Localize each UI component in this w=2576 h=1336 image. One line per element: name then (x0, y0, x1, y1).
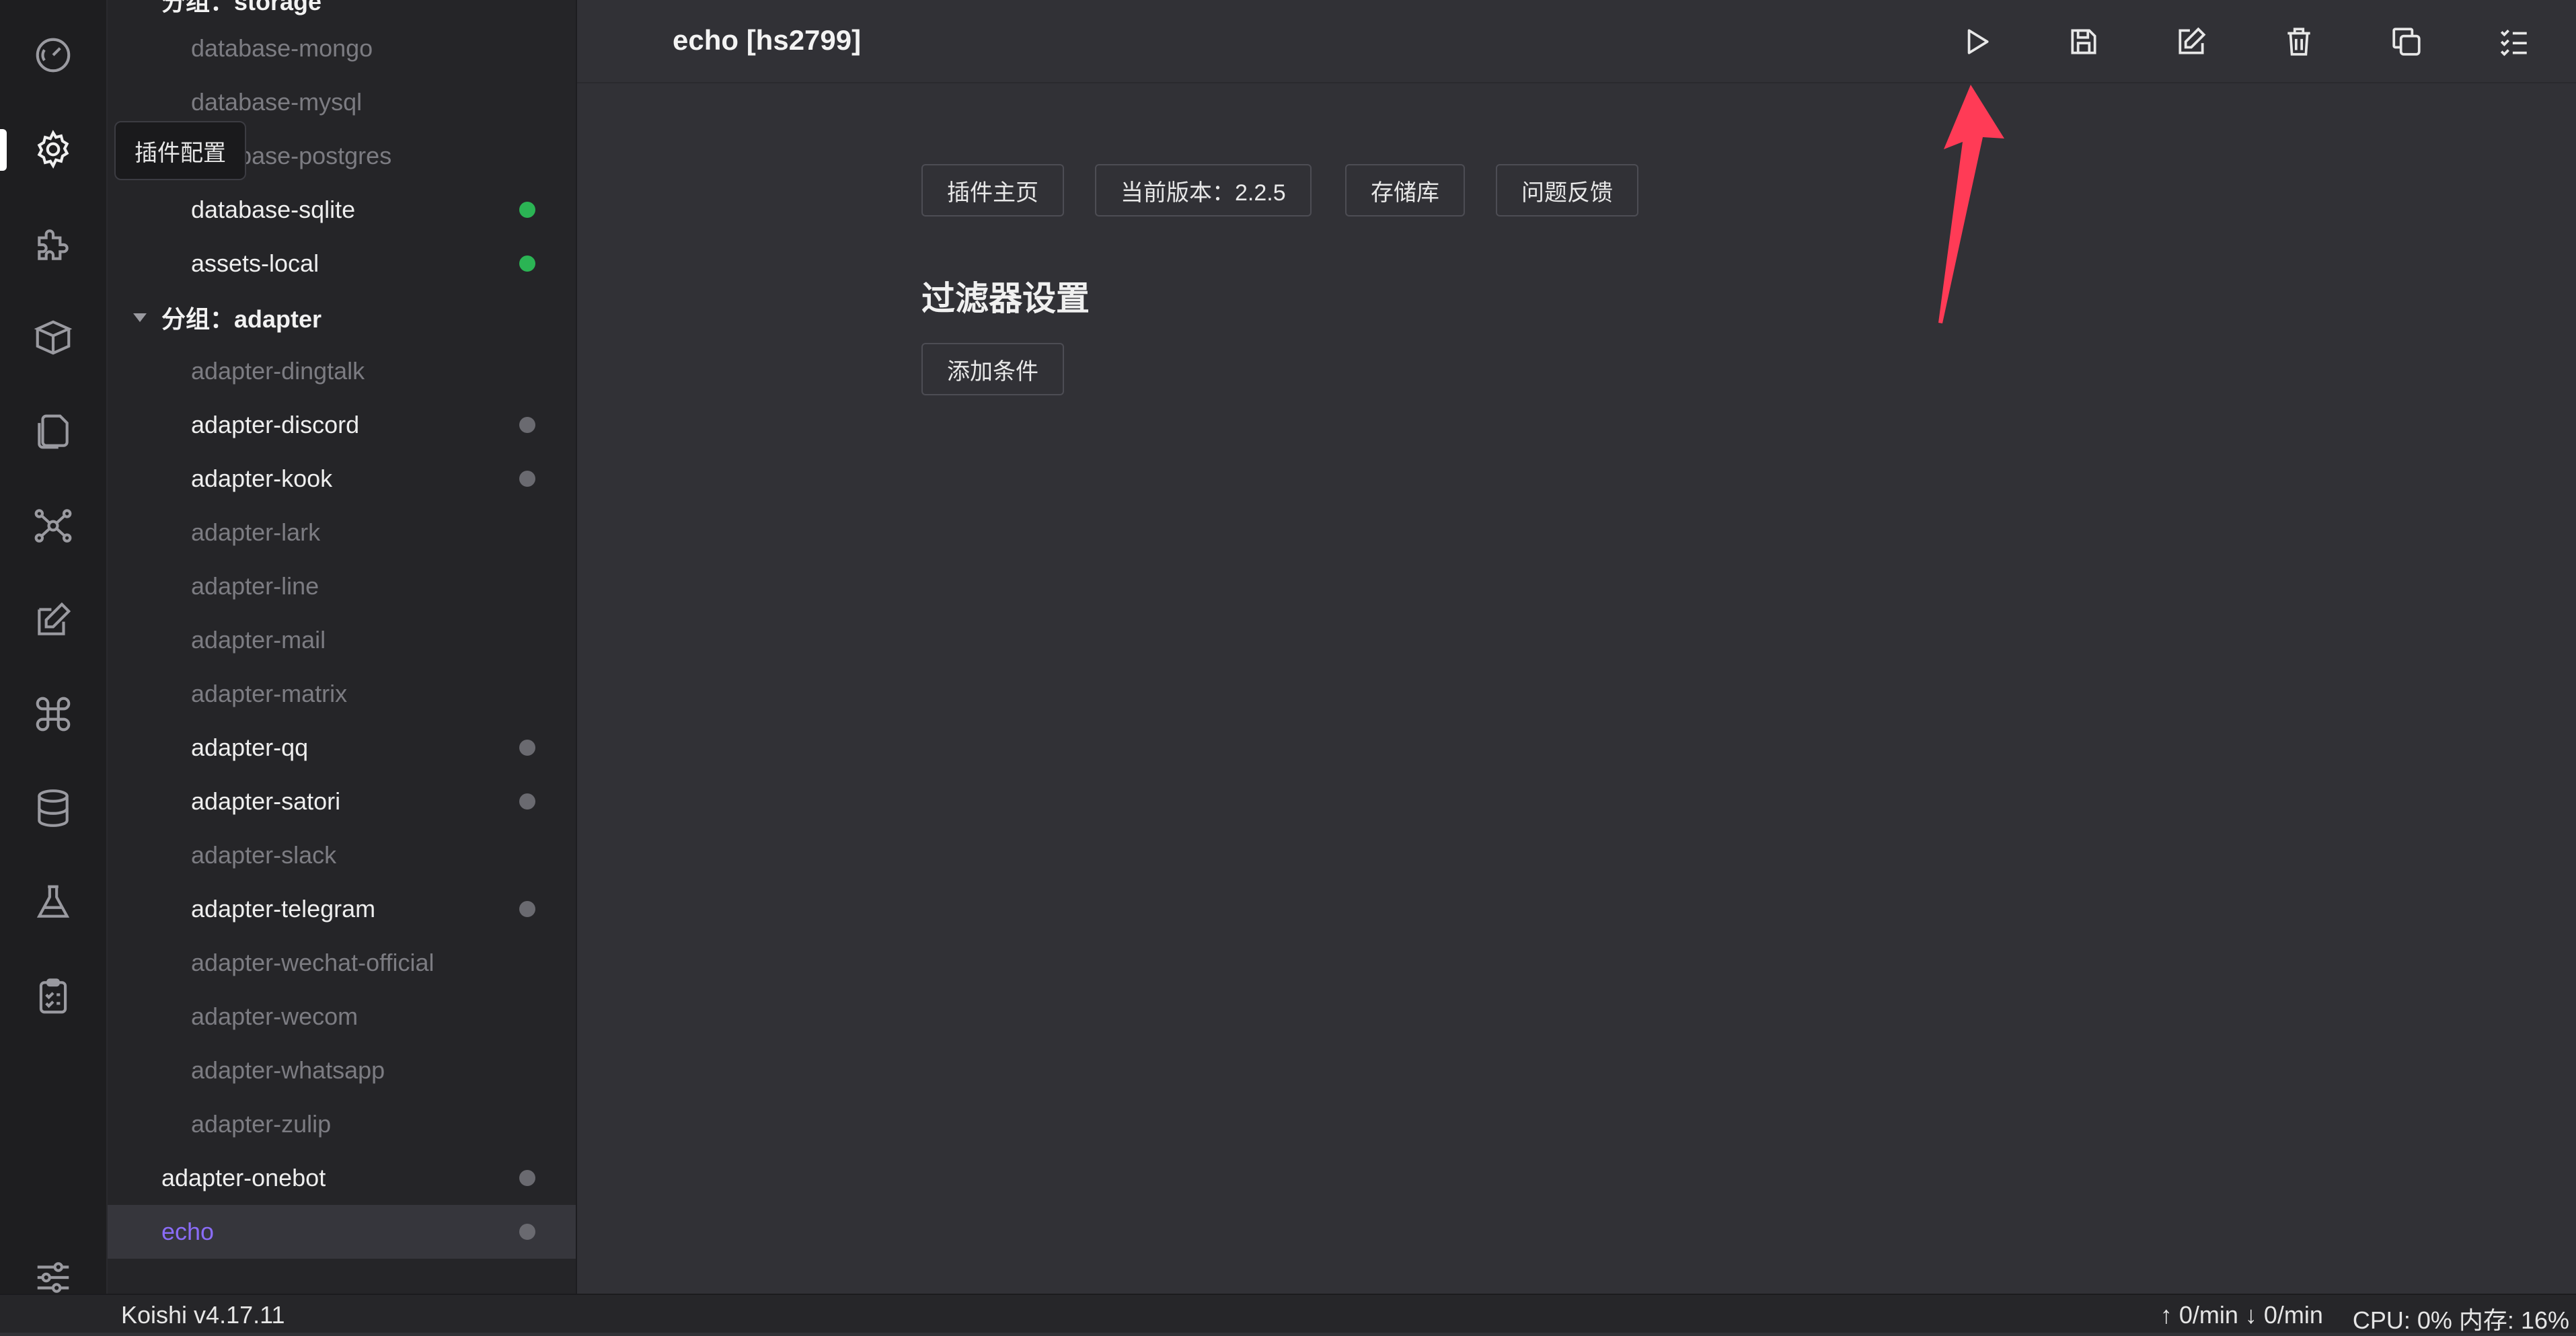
plugin-homepage-button[interactable]: 插件主页 (921, 164, 1064, 217)
page-title: echo [hs2799] (673, 24, 862, 56)
files-icon[interactable] (26, 405, 80, 459)
plugin-label: database-sqlite (191, 196, 356, 223)
plugin-label: adapter-wecom (191, 1003, 358, 1030)
plugin-item[interactable]: adapter-matrix (108, 667, 576, 721)
package-icon[interactable] (26, 311, 80, 364)
plugin-item[interactable]: adapter-whatsapp (108, 1044, 576, 1097)
status-dot (519, 1224, 535, 1240)
feedback-button[interactable]: 问题反馈 (1496, 164, 1638, 217)
flask-icon[interactable] (26, 875, 80, 929)
plugin-item-selected[interactable]: echo (108, 1205, 576, 1259)
edit-icon[interactable] (26, 593, 80, 647)
plugin-label: adapter-slack (191, 841, 337, 869)
plugin-label: echo (161, 1218, 215, 1245)
plugin-label: adapter-satori (191, 787, 341, 815)
plugin-item[interactable]: assets-local (108, 237, 576, 290)
plugin-item[interactable]: adapter-qq (108, 721, 576, 775)
plugin-label: adapter-discord (191, 411, 360, 438)
resource-stats: CPU: 0% 内存: 16% (2352, 1306, 2569, 1334)
status-dot (519, 793, 535, 810)
traffic-stats: ↑ 0/min ↓ 0/min (2160, 1301, 2323, 1329)
plugin-item[interactable]: adapter-mail (108, 613, 576, 667)
status-dot (519, 471, 535, 487)
plugin-item[interactable]: adapter-kook (108, 452, 576, 506)
plugin-label: adapter-mail (191, 626, 326, 654)
puzzle-icon[interactable] (26, 218, 80, 272)
play-icon[interactable] (1950, 16, 2002, 67)
active-indicator (0, 129, 7, 171)
add-condition-button[interactable]: 添加条件 (921, 343, 1064, 395)
status-dot (519, 901, 535, 917)
plugin-label: adapter-zulip (191, 1110, 332, 1138)
plugin-item[interactable]: database-mongo (108, 22, 576, 75)
plugin-item[interactable]: adapter-wecom (108, 990, 576, 1044)
plugin-item[interactable]: adapter-slack (108, 828, 576, 882)
plugin-item[interactable]: adapter-wechat-official (108, 936, 576, 990)
version-button[interactable]: 当前版本：2.2.5 (1095, 164, 1312, 217)
plugin-tree: 分组：storage database-mongo database-mysql… (108, 0, 577, 1294)
plugin-header: echo [hs2799] (577, 0, 2576, 83)
plugin-label: adapter-onebot (161, 1164, 326, 1191)
plugin-label: adapter-dingtalk (191, 357, 365, 385)
gear-icon[interactable] (26, 122, 80, 176)
plugin-label: adapter-lark (191, 518, 321, 546)
plugin-item[interactable]: adapter-onebot (108, 1151, 576, 1205)
plugin-item[interactable]: adapter-satori (108, 775, 576, 828)
dashboard-icon[interactable] (26, 28, 80, 82)
database-icon[interactable] (26, 781, 80, 835)
plugin-item[interactable]: adapter-line (108, 559, 576, 613)
status-dot (519, 256, 535, 272)
plugin-item[interactable]: adapter-telegram (108, 882, 576, 936)
status-dot (519, 417, 535, 433)
edit-icon[interactable] (2166, 16, 2217, 67)
plugin-label: adapter-matrix (191, 680, 348, 707)
status-dot (519, 202, 535, 218)
version-label: Koishi v4.17.11 (121, 1301, 285, 1329)
group-label: 分组：adapter (161, 305, 322, 333)
plugin-item[interactable]: adapter-zulip (108, 1097, 576, 1151)
network-icon[interactable] (26, 499, 80, 553)
checklist-icon[interactable] (2489, 16, 2540, 67)
activity-bar (0, 0, 108, 1294)
plugin-item[interactable]: adapter-dingtalk (108, 344, 576, 398)
group-label: 分组：storage (161, 0, 322, 15)
save-icon[interactable] (2058, 16, 2109, 67)
plugin-label: database-mysql (191, 88, 363, 116)
plugin-label: adapter-telegram (191, 895, 376, 922)
plugin-label: adapter-qq (191, 734, 309, 761)
status-dot (519, 740, 535, 756)
plugin-label: adapter-wechat-official (191, 949, 434, 976)
plugin-label: assets-local (191, 249, 319, 277)
plugin-label: database-mongo (191, 34, 373, 62)
plugin-item[interactable]: database-sqlite (108, 183, 576, 237)
plugin-label: adapter-kook (191, 465, 333, 492)
trash-icon[interactable] (2273, 16, 2324, 67)
annotation-arrow-icon (1938, 85, 2004, 323)
repository-button[interactable]: 存储库 (1345, 164, 1465, 217)
command-icon[interactable] (26, 687, 80, 741)
filter-settings-title: 过滤器设置 (921, 280, 1090, 317)
status-bar: Koishi v4.17.11 ↑ 0/min ↓ 0/min CPU: 0% … (0, 1294, 2576, 1334)
copy-icon[interactable] (2381, 16, 2432, 67)
tooltip-plugin-config: 插件配置 (114, 121, 246, 180)
status-dot (519, 1170, 535, 1186)
plugin-label: adapter-line (191, 572, 319, 600)
plugin-item[interactable]: adapter-discord (108, 398, 576, 452)
chevron-down-icon[interactable] (133, 313, 147, 322)
plugin-label: adapter-whatsapp (191, 1056, 385, 1084)
group-adapter[interactable]: 分组：adapter (108, 290, 576, 344)
plugin-item[interactable]: adapter-lark (108, 506, 576, 559)
clipboard-icon[interactable] (26, 970, 80, 1023)
